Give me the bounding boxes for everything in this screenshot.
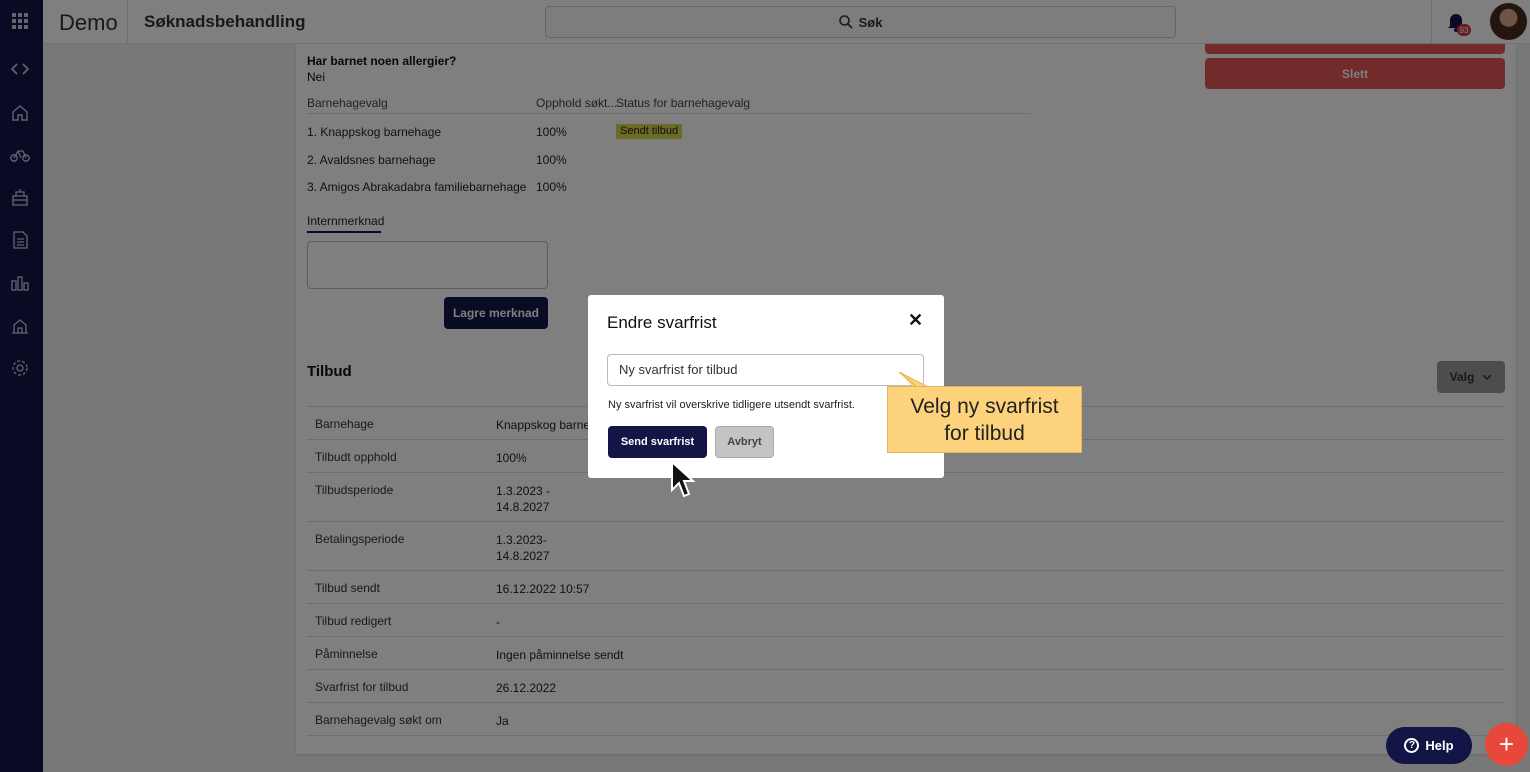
plus-icon: + (1498, 729, 1515, 759)
send-deadline-button[interactable]: Send svarfrist (608, 426, 707, 458)
callout-line: for tilbud (944, 422, 1025, 445)
dialog-title: Endre svarfrist (607, 313, 717, 332)
close-icon[interactable]: ✕ (908, 310, 923, 331)
deadline-date-input[interactable]: Ny svarfrist for tilbud (607, 354, 924, 386)
tutorial-callout: Velg ny svarfrist for tilbud (887, 386, 1082, 453)
dialog-hint: Ny svarfrist vil overskrive tidligere ut… (608, 399, 855, 411)
help-label: Help (1425, 738, 1454, 753)
help-icon: ? (1404, 738, 1420, 753)
callout-line: Velg ny svarfrist (910, 395, 1059, 418)
cancel-button[interactable]: Avbryt (715, 426, 774, 458)
mouse-cursor-icon (671, 460, 696, 498)
add-button[interactable]: + (1485, 723, 1528, 766)
help-button[interactable]: ? Help (1386, 727, 1472, 764)
